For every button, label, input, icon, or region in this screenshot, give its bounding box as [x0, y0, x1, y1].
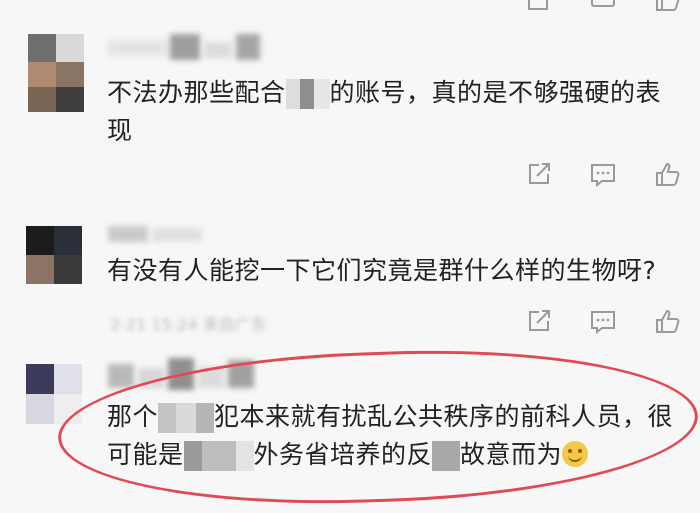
top-action-row: [524, 0, 682, 14]
comment-icon[interactable]: [588, 159, 618, 189]
avatar[interactable]: [26, 226, 82, 284]
comment-actions: [524, 159, 682, 189]
comment-icon[interactable]: [588, 306, 618, 336]
avatar[interactable]: [28, 34, 84, 112]
comment-text: 不法办那些配合 的账号，真的是不够强硬的表 现: [107, 78, 662, 145]
like-icon[interactable]: [652, 306, 682, 336]
comment-text: 有没有人能挖一下它们究竟是群什么样的生物呀?: [107, 256, 657, 285]
like-icon[interactable]: [652, 0, 682, 14]
comment-icon[interactable]: [588, 0, 618, 14]
like-icon[interactable]: [652, 159, 682, 189]
username-blurred[interactable]: [108, 222, 258, 244]
share-icon[interactable]: [524, 0, 554, 14]
share-icon[interactable]: [524, 306, 554, 336]
comment-meta: 2-21 15:24 来自广东: [110, 315, 267, 334]
share-icon[interactable]: [524, 159, 554, 189]
username-blurred[interactable]: [108, 34, 268, 62]
censored-mosaic: [285, 79, 330, 109]
comment-actions: [524, 306, 682, 336]
